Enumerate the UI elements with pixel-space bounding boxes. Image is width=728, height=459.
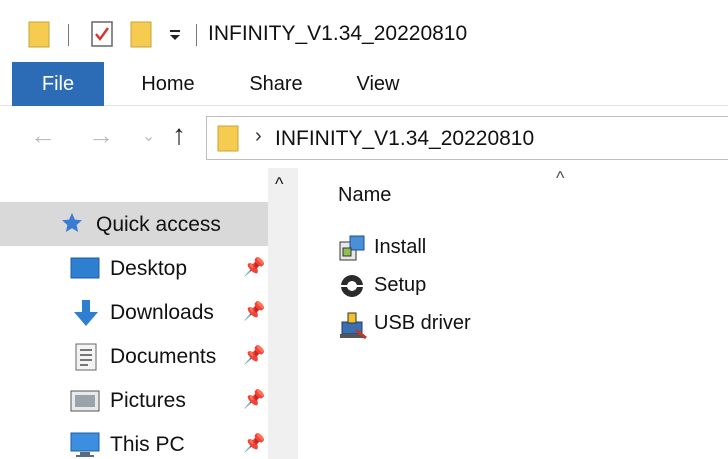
sidebar-item-quick-access[interactable]: Quick access [0,202,268,246]
computer-icon [70,432,100,457]
file-item-label: Install [374,236,427,258]
tab-view[interactable]: View [340,62,416,106]
separator [68,24,69,46]
up-button[interactable]: ↑ [172,120,186,150]
setup-gear-icon [341,275,363,297]
pin-icon[interactable]: 📌 [243,257,265,278]
file-item-label: Setup [374,274,427,296]
download-arrow-icon [74,300,98,326]
file-item-install[interactable]: Install [338,230,698,266]
new-folder-icon[interactable] [130,20,152,48]
sidebar-item-label: Desktop [110,257,188,280]
tab-home[interactable]: Home [128,62,208,106]
navigation-bar: ← → ⌄ ↑ › INFINITY_V1.34_20220810 [0,106,728,168]
separator [196,24,197,46]
back-button[interactable]: ← [30,120,56,150]
sort-ascending-icon[interactable]: ^ [556,168,564,189]
file-item-label: USB driver [374,312,471,334]
tab-share[interactable]: Share [236,62,316,106]
sidebar-item-desktop[interactable]: Desktop 📌 [0,246,268,290]
pin-icon[interactable]: 📌 [243,389,265,410]
pin-icon[interactable]: 📌 [243,345,265,366]
sidebar-item-label: Pictures [110,389,186,412]
properties-check-icon[interactable] [90,20,114,48]
title-bar: INFINITY_V1.34_20220810 [0,0,728,62]
document-icon [75,343,97,371]
sidebar-item-this-pc[interactable]: This PC 📌 [0,422,268,459]
desktop-icon [70,257,100,279]
file-item-setup[interactable]: Setup [338,268,698,304]
navigation-pane: Quick access Desktop 📌 Downloads 📌 Docum… [0,168,272,459]
sidebar-item-label: Quick access [96,213,221,236]
star-icon [62,213,82,232]
sidebar-item-label: Downloads [110,301,214,324]
sidebar-item-pictures[interactable]: Pictures 📌 [0,378,268,422]
installer-icon [339,235,365,261]
pin-icon[interactable]: 📌 [243,301,265,322]
ribbon: File Home Share View [0,62,728,106]
sidebar-item-label: This PC [110,433,185,456]
sidebar-item-documents[interactable]: Documents 📌 [0,334,268,378]
window-title: INFINITY_V1.34_20220810 [208,22,468,45]
address-bar[interactable]: › INFINITY_V1.34_20220810 [206,116,728,160]
column-header-name[interactable]: Name [338,184,391,207]
file-item-usb-driver[interactable]: USB driver [338,306,698,342]
sidebar-item-label: Documents [110,345,217,368]
pin-icon[interactable]: 📌 [243,433,265,454]
folder-icon [217,125,239,152]
sidebar-scrollbar[interactable]: ^ [268,168,298,459]
file-list: ^ Name Install Setup USB driver [298,168,728,459]
usb-driver-icon [340,312,367,340]
tab-file[interactable]: File [12,62,104,106]
folder-icon[interactable] [28,20,50,48]
pictures-icon [70,390,100,412]
recent-locations-button[interactable]: ⌄ [142,122,155,152]
breadcrumb-path[interactable]: INFINITY_V1.34_20220810 [275,127,534,151]
scroll-up-icon[interactable]: ^ [275,174,283,195]
forward-button[interactable]: → [88,120,114,150]
customize-dropdown-icon[interactable] [168,28,182,42]
breadcrumb-chevron-icon[interactable]: › [255,125,262,148]
sidebar-item-downloads[interactable]: Downloads 📌 [0,290,268,334]
